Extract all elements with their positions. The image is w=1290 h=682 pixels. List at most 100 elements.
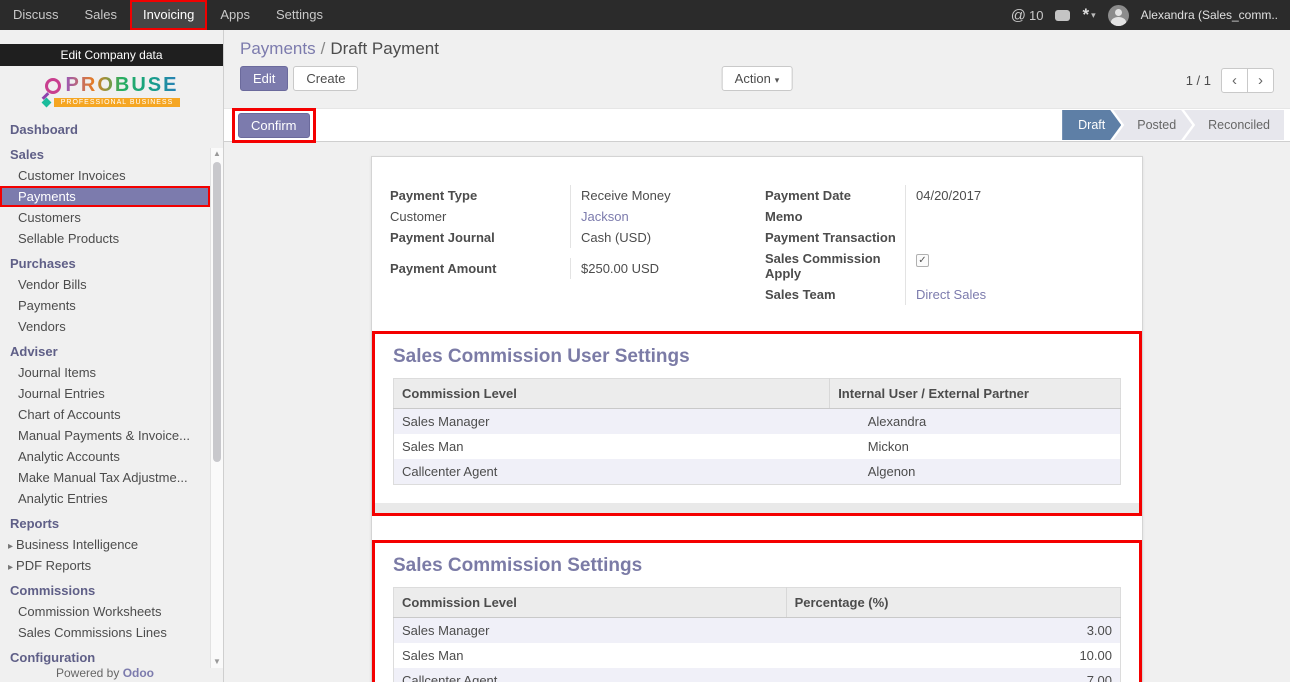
commission-settings-section: Sales Commission Settings Commission Lev… <box>375 543 1139 682</box>
mentions-counter[interactable]: @ 10 <box>1011 7 1044 24</box>
table-row[interactable]: Sales Manager 3.00 <box>394 618 1121 644</box>
sidebar-item-customer-invoices[interactable]: Customer Invoices <box>0 165 210 186</box>
status-step-draft[interactable]: Draft <box>1062 110 1121 140</box>
status-step-reconciled[interactable]: Reconciled <box>1184 110 1284 140</box>
cell-level: Sales Manager <box>394 618 787 644</box>
main-menu: Discuss Sales Invoicing Apps Settings <box>0 0 336 30</box>
menu-settings[interactable]: Settings <box>263 0 336 30</box>
cell-percentage: 10.00 <box>786 643 1120 668</box>
sidebar-item-commission-worksheets[interactable]: Commission Worksheets <box>0 601 210 622</box>
avatar[interactable] <box>1108 5 1129 26</box>
breadcrumb-separator: / <box>321 39 326 58</box>
status-steps: Draft Posted Reconciled <box>1062 110 1284 140</box>
sidebar-item-sellable-products[interactable]: Sellable Products <box>0 228 210 249</box>
action-label: Action <box>735 71 771 86</box>
commission-settings-annotation-box: Sales Commission Settings Commission Lev… <box>372 540 1142 682</box>
sidebar-item-dashboard[interactable]: Dashboard <box>0 115 210 140</box>
table-row[interactable]: Sales Man Mickon <box>394 434 1121 459</box>
field-label-sales-commission-apply: Sales Commission Apply <box>765 248 905 284</box>
pager-next-button[interactable]: › <box>1247 68 1274 93</box>
field-value-payment-type: Receive Money <box>570 185 749 206</box>
column-header-commission-level[interactable]: Commission Level <box>394 588 787 618</box>
sidebar-item-analytic-accounts[interactable]: Analytic Accounts <box>0 446 210 467</box>
sidebar-scrollbar[interactable]: ▲ ▼ <box>210 148 223 668</box>
field-label-memo: Memo <box>765 206 905 227</box>
sidebar-item-journal-items[interactable]: Journal Items <box>0 362 210 383</box>
field-value-memo <box>905 206 1124 227</box>
menu-discuss[interactable]: Discuss <box>0 0 72 30</box>
pager-previous-button[interactable]: ‹ <box>1221 68 1248 93</box>
sidebar-item-pdf-reports[interactable]: ▸PDF Reports <box>0 555 210 576</box>
confirm-annotation-box: Confirm <box>232 108 316 143</box>
sidebar-section-adviser: Adviser <box>0 337 210 362</box>
expand-arrow-icon: ▸ <box>8 562 13 573</box>
logo-subtitle: PROFESSIONAL BUSINESS <box>54 98 181 107</box>
sidebar-item-analytic-entries[interactable]: Analytic Entries <box>0 488 210 509</box>
field-label-payment-transaction: Payment Transaction <box>765 227 905 248</box>
user-menu[interactable]: Alexandra (Sales_comm.. <box>1141 8 1278 22</box>
pager: 1 / 1 ‹ › <box>1186 68 1274 93</box>
cell-level: Sales Man <box>394 643 787 668</box>
logo-title: PROBUSE <box>66 74 179 97</box>
table-row[interactable]: Callcenter Agent 7.00 <box>394 668 1121 682</box>
table-row[interactable]: Sales Man 10.00 <box>394 643 1121 668</box>
sidebar-item-payments[interactable]: Payments <box>0 186 210 207</box>
table-row[interactable]: Sales Manager Alexandra <box>394 409 1121 435</box>
sidebar-item-vendors[interactable]: Vendors <box>0 316 210 337</box>
commission-settings-title: Sales Commission Settings <box>393 555 1121 577</box>
scroll-down-icon[interactable]: ▼ <box>211 656 223 668</box>
menu-apps[interactable]: Apps <box>207 0 263 30</box>
sidebar-item-chart-of-accounts[interactable]: Chart of Accounts <box>0 404 210 425</box>
user-settings-table: Commission Level Internal User / Externa… <box>393 378 1121 485</box>
field-value-customer-link[interactable]: Jackson <box>570 206 749 227</box>
action-dropdown[interactable]: Action▾ <box>722 66 793 91</box>
breadcrumb-payments-link[interactable]: Payments <box>240 39 316 58</box>
sidebar-item-customers[interactable]: Customers <box>0 207 210 228</box>
sidebar-item-tax-adjustments[interactable]: Make Manual Tax Adjustme... <box>0 467 210 488</box>
sidebar-item-label: Business Intelligence <box>16 537 138 552</box>
cell-user: Mickon <box>830 434 1121 459</box>
field-label-sales-team: Sales Team <box>765 284 905 305</box>
sidebar-section-reports: Reports <box>0 509 210 534</box>
breadcrumb: Payments/Draft Payment <box>224 30 1290 63</box>
sidebar-item-business-intelligence[interactable]: ▸Business Intelligence <box>0 534 210 555</box>
user-settings-title: Sales Commission User Settings <box>393 346 1121 368</box>
powered-by-text: Powered by <box>56 666 123 680</box>
field-value-payment-amount: $250.00 USD <box>570 258 749 279</box>
sidebar-item-label: PDF Reports <box>16 558 91 573</box>
field-value-sales-team-link[interactable]: Direct Sales <box>905 284 1124 305</box>
top-navbar: Discuss Sales Invoicing Apps Settings @ … <box>0 0 1290 30</box>
sidebar-item-vendor-payments[interactable]: Payments <box>0 295 210 316</box>
scroll-up-icon[interactable]: ▲ <box>211 148 223 160</box>
column-header-percentage[interactable]: Percentage (%) <box>786 588 1120 618</box>
sidebar-item-sales-commissions-lines[interactable]: Sales Commissions Lines <box>0 622 210 643</box>
powered-by: Powered by Odoo <box>0 666 210 680</box>
sidebar: Edit Company data PROBUSE PROFESSIONAL B… <box>0 30 224 682</box>
confirm-button[interactable]: Confirm <box>238 113 310 138</box>
sidebar-section-configuration: Configuration <box>0 643 210 668</box>
mention-count: 10 <box>1029 8 1043 23</box>
debug-menu[interactable]: * ▾ <box>1082 10 1095 21</box>
sidebar-item-manual-payments[interactable]: Manual Payments & Invoice... <box>0 425 210 446</box>
table-row[interactable]: Callcenter Agent Algenon <box>394 459 1121 485</box>
field-label-payment-type: Payment Type <box>390 185 570 206</box>
user-settings-section: Sales Commission User Settings Commissio… <box>375 334 1139 513</box>
edit-company-button[interactable]: Edit Company data <box>0 44 223 66</box>
cell-level: Sales Man <box>394 434 830 459</box>
field-value-payment-date: 04/20/2017 <box>905 185 1124 206</box>
sales-commission-apply-checkbox[interactable]: ✓ <box>916 254 929 267</box>
menu-invoicing[interactable]: Invoicing <box>130 0 207 30</box>
chat-icon[interactable] <box>1055 10 1070 21</box>
edit-button[interactable]: Edit <box>240 66 288 91</box>
scrollbar-thumb[interactable] <box>213 162 221 462</box>
sidebar-item-journal-entries[interactable]: Journal Entries <box>0 383 210 404</box>
cell-user: Algenon <box>830 459 1121 485</box>
status-step-posted[interactable]: Posted <box>1113 110 1192 140</box>
column-header-internal-user[interactable]: Internal User / External Partner <box>830 379 1121 409</box>
column-header-commission-level[interactable]: Commission Level <box>394 379 830 409</box>
menu-sales[interactable]: Sales <box>72 0 131 30</box>
cell-percentage: 7.00 <box>786 668 1120 682</box>
create-button[interactable]: Create <box>293 66 358 91</box>
odoo-brand-link[interactable]: Odoo <box>123 666 154 680</box>
sidebar-item-vendor-bills[interactable]: Vendor Bills <box>0 274 210 295</box>
